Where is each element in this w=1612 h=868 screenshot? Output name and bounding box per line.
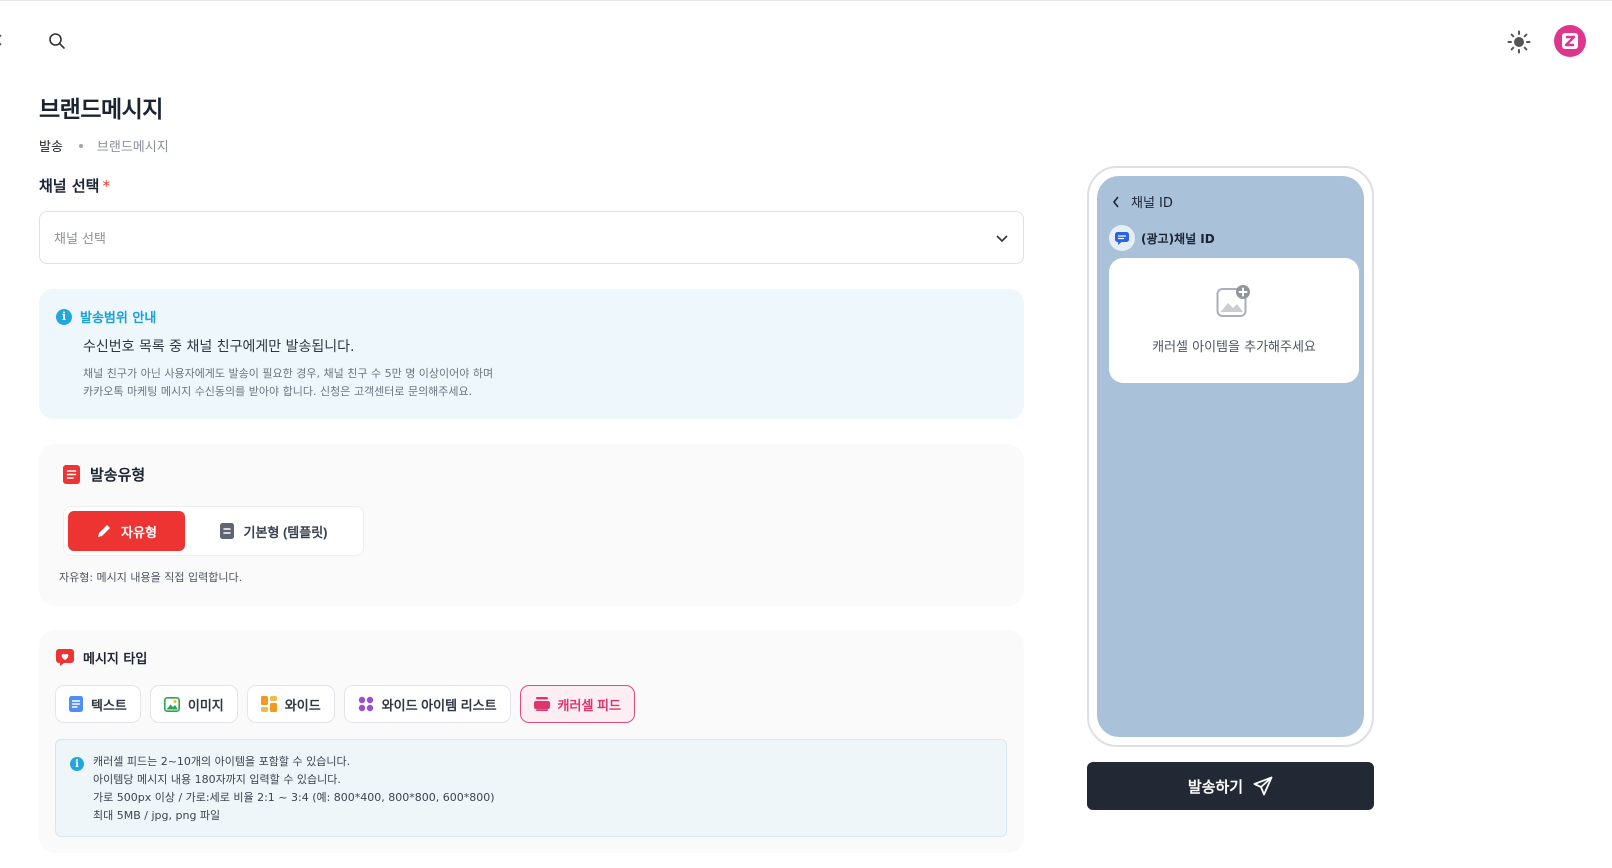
grid-icon: [358, 696, 373, 712]
carousel-add-card[interactable]: 캐러셀 아이템을 추가해주세요: [1109, 258, 1359, 383]
top-border: [0, 0, 1612, 1]
message-type-title: 메시지 타입: [83, 652, 148, 667]
breadcrumb-item-send[interactable]: 발송: [39, 136, 63, 155]
message-type-wide-button[interactable]: 와이드: [246, 685, 335, 723]
channel-select-dropdown[interactable]: 채널 선택: [39, 211, 1024, 264]
preview-header: 채널 ID: [1111, 192, 1173, 211]
search-icon: [49, 33, 65, 49]
wide-icon: [260, 696, 277, 712]
theme-toggle-button[interactable]: [1504, 27, 1534, 57]
document-icon: [220, 523, 235, 539]
collapse-sidebar-icon[interactable]: [0, 30, 10, 56]
message-type-carousel-button[interactable]: 캐러셀 피드: [519, 685, 635, 723]
required-mark: *: [102, 177, 110, 195]
pencil-icon: [98, 525, 111, 537]
preview-channel: (광고)채널 ID: [1109, 225, 1215, 251]
preview-back-label: 채널 ID: [1131, 196, 1173, 211]
send-type-segment: 자유형 기본형 (템플릿): [63, 506, 364, 556]
message-type-card: 메시지 타입 텍스트 이미지 와이드 와이드 아이템 리스트 캐러셀 피드 i …: [39, 630, 1024, 853]
message-type-options: 텍스트 이미지 와이드 와이드 아이템 리스트 캐러셀 피드: [55, 685, 635, 723]
send-type-description: 자유형: 메시지 내용을 직접 입력합니다.: [59, 571, 243, 584]
list-document-icon: [63, 465, 80, 484]
breadcrumb: 발송 브랜드메시지: [39, 136, 169, 155]
send-button-label: 발송하기: [1187, 778, 1244, 796]
send-scope-title: 발송범위 안내: [80, 311, 157, 326]
text-icon: [69, 696, 83, 712]
carousel-icon: [533, 697, 550, 711]
message-type-wide-list-button[interactable]: 와이드 아이템 리스트: [343, 685, 511, 723]
phone-screen: 채널 ID (광고)채널 ID 캐러셀 아이템을 추가해주세요: [1097, 176, 1364, 737]
message-type-image-button[interactable]: 이미지: [149, 685, 238, 723]
message-type-header: 메시지 타입: [56, 648, 147, 667]
send-scope-sub-line: 카카오톡 마케팅 메시지 수신동의를 받아야 합니다. 신청은 고객센터로 문의…: [83, 385, 473, 398]
send-scope-sub: 채널 친구가 아닌 사용자에게도 발송이 필요한 경우, 채널 친구 수 5만 …: [83, 365, 493, 401]
user-avatar[interactable]: [1554, 25, 1586, 57]
send-scope-info: i 발송범위 안내 수신번호 목록 중 채널 친구에게만 발송됩니다. 채널 친…: [39, 289, 1024, 419]
send-button[interactable]: 발송하기: [1087, 762, 1374, 810]
carousel-info-lines: 캐러셀 피드는 2~10개의 아이템을 포함할 수 있습니다. 아이템당 메시지…: [93, 753, 495, 825]
preview-channel-name: (광고)채널 ID: [1141, 231, 1215, 246]
send-type-title: 발송유형: [90, 466, 146, 484]
send-type-header: 발송유형: [63, 464, 145, 485]
image-icon: [163, 696, 180, 712]
message-type-label: 텍스트: [91, 697, 127, 713]
send-scope-main: 수신번호 목록 중 채널 친구에게만 발송됩니다.: [83, 339, 355, 355]
chat-bubble-icon: [1115, 231, 1129, 245]
message-type-label: 와이드: [284, 697, 321, 713]
message-type-label: 이미지: [187, 697, 224, 713]
carousel-info-line: 최대 5MB / jpg, png 파일: [93, 809, 221, 822]
carousel-info-line: 캐러셀 피드는 2~10개의 아이템을 포함할 수 있습니다.: [93, 755, 351, 768]
z-logo-icon: [1562, 33, 1578, 49]
send-type-template-button[interactable]: 기본형 (템플릿): [189, 511, 359, 551]
send-type-card: 발송유형 자유형 기본형 (템플릿) 자유형: 메시지 내용을 직접 입력합니다…: [39, 444, 1024, 606]
sun-icon: [1507, 30, 1531, 54]
paper-plane-icon: [1253, 776, 1273, 796]
page-title: 브랜드메시지: [39, 97, 163, 123]
channel-avatar: [1109, 225, 1135, 251]
send-scope-header: i 발송범위 안내: [56, 307, 156, 326]
send-type-free-label: 자유형: [121, 524, 157, 540]
channel-select-placeholder: 채널 선택: [54, 232, 106, 247]
carousel-info-line: 가로 500px 이상 / 가로:세로 비율 2:1 ~ 3:4 (예: 800…: [93, 791, 495, 804]
carousel-info-line: 아이템당 메시지 내용 180자까지 입력할 수 있습니다.: [93, 773, 341, 786]
info-icon: i: [56, 308, 72, 325]
info-icon: i: [70, 757, 84, 771]
chevron-down-icon: [996, 234, 1008, 242]
breadcrumb-item-current: 브랜드메시지: [96, 140, 169, 155]
search-button[interactable]: [44, 28, 70, 54]
channel-select-label: 채널 선택 *: [39, 175, 110, 196]
heart-chat-icon: [56, 649, 74, 666]
send-type-template-label: 기본형 (템플릿): [243, 524, 328, 540]
chevron-left-icon[interactable]: [1111, 195, 1121, 209]
carousel-empty-text: 캐러셀 아이템을 추가해주세요: [1152, 340, 1316, 355]
message-type-label: 와이드 아이템 리스트: [381, 697, 497, 713]
carousel-info-box: i 캐러셀 피드는 2~10개의 아이템을 포함할 수 있습니다. 아이템당 메…: [55, 739, 1007, 837]
add-image-icon: [1216, 285, 1250, 317]
channel-label-text: 채널 선택: [39, 177, 100, 195]
message-type-text-button[interactable]: 텍스트: [55, 685, 141, 723]
send-type-free-button[interactable]: 자유형: [68, 511, 185, 551]
message-type-label: 캐러셀 피드: [557, 697, 621, 713]
send-scope-sub-line: 채널 친구가 아닌 사용자에게도 발송이 필요한 경우, 채널 친구 수 5만 …: [83, 367, 494, 380]
breadcrumb-separator: [78, 143, 83, 148]
phone-preview: 채널 ID (광고)채널 ID 캐러셀 아이템을 추가해주세요: [1087, 166, 1374, 747]
